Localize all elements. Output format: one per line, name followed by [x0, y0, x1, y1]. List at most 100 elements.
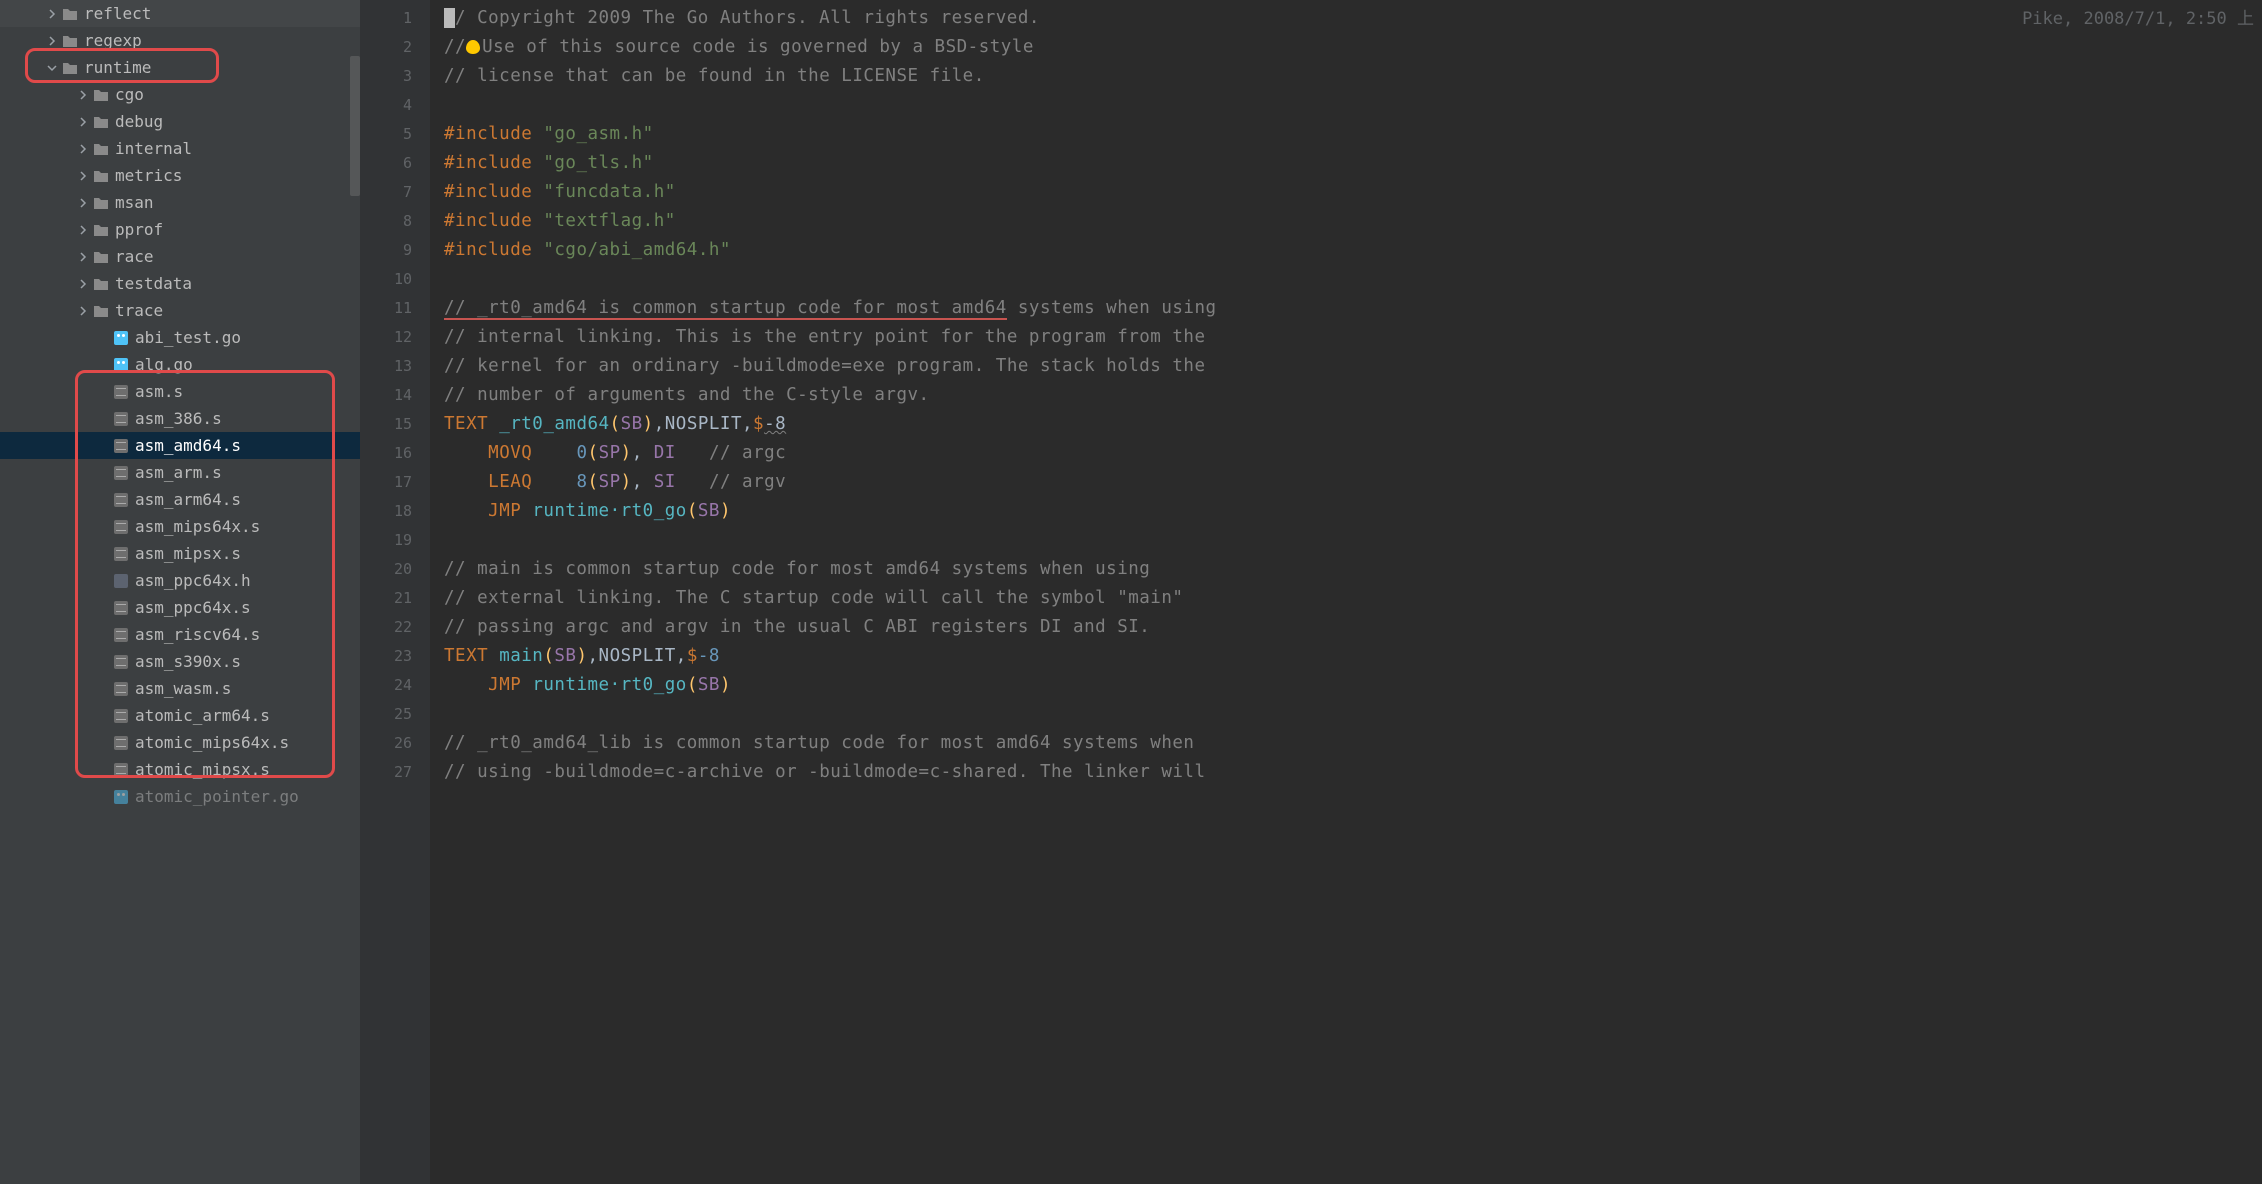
- code-line[interactable]: #include "cgo/abi_amd64.h": [444, 236, 2262, 265]
- tree-item-debug[interactable]: debug: [0, 108, 360, 135]
- chevron-right-icon[interactable]: [75, 198, 91, 208]
- code-line[interactable]: JMP runtime·rt0_go(SB): [444, 671, 2262, 700]
- chevron-right-icon[interactable]: [75, 144, 91, 154]
- tree-item-regexp[interactable]: regexp: [0, 27, 360, 54]
- line-number[interactable]: 26: [360, 729, 430, 758]
- tree-item-asm-amd64-s[interactable]: asm_amd64.s: [0, 432, 360, 459]
- line-number[interactable]: 15: [360, 410, 430, 439]
- code-line[interactable]: [444, 265, 2262, 294]
- tree-item-asm-s[interactable]: asm.s: [0, 378, 360, 405]
- tree-item-asm-mipsx-s[interactable]: asm_mipsx.s: [0, 540, 360, 567]
- tree-item-asm-mips64x-s[interactable]: asm_mips64x.s: [0, 513, 360, 540]
- chevron-right-icon[interactable]: [75, 117, 91, 127]
- code-line[interactable]: // using -buildmode=c-archive or -buildm…: [444, 758, 2262, 787]
- line-number[interactable]: 1: [360, 4, 430, 33]
- line-number[interactable]: 4: [360, 91, 430, 120]
- tree-item-trace[interactable]: trace: [0, 297, 360, 324]
- line-number[interactable]: 20: [360, 555, 430, 584]
- tree-item-alg-go[interactable]: alg.go: [0, 351, 360, 378]
- tree-item-testdata[interactable]: testdata: [0, 270, 360, 297]
- line-number[interactable]: 22: [360, 613, 430, 642]
- line-number[interactable]: 25: [360, 700, 430, 729]
- code-line[interactable]: MOVQ 0(SP), DI // argc: [444, 439, 2262, 468]
- chevron-right-icon[interactable]: [75, 279, 91, 289]
- line-number[interactable]: 7: [360, 178, 430, 207]
- code-line[interactable]: TEXT main(SB),NOSPLIT,$-8: [444, 642, 2262, 671]
- line-number[interactable]: 24: [360, 671, 430, 700]
- chevron-right-icon[interactable]: [75, 252, 91, 262]
- code-line[interactable]: // main is common startup code for most …: [444, 555, 2262, 584]
- tree-item-asm-ppc64x-s[interactable]: asm_ppc64x.s: [0, 594, 360, 621]
- code-line[interactable]: TEXT _rt0_amd64(SB),NOSPLIT,$-8: [444, 410, 2262, 439]
- file-tree-sidebar[interactable]: reflectregexpruntimecgodebuginternalmetr…: [0, 0, 360, 1184]
- code-line[interactable]: // external linking. The C startup code …: [444, 584, 2262, 613]
- line-number[interactable]: 11: [360, 294, 430, 323]
- tree-item-cgo[interactable]: cgo: [0, 81, 360, 108]
- code-line[interactable]: JMP runtime·rt0_go(SB): [444, 497, 2262, 526]
- line-number[interactable]: 5: [360, 120, 430, 149]
- line-number[interactable]: 16: [360, 439, 430, 468]
- code-line[interactable]: #include "go_tls.h": [444, 149, 2262, 178]
- tree-item-asm-ppc64x-h[interactable]: asm_ppc64x.h: [0, 567, 360, 594]
- chevron-right-icon[interactable]: [75, 225, 91, 235]
- chevron-right-icon[interactable]: [44, 9, 60, 19]
- chevron-down-icon[interactable]: [44, 63, 60, 73]
- tree-item-atomic-mips64x-s[interactable]: atomic_mips64x.s: [0, 729, 360, 756]
- code-line[interactable]: // _rt0_amd64_lib is common startup code…: [444, 729, 2262, 758]
- line-number[interactable]: 13: [360, 352, 430, 381]
- code-line[interactable]: LEAQ 8(SP), SI // argv: [444, 468, 2262, 497]
- tree-item-asm-386-s[interactable]: asm_386.s: [0, 405, 360, 432]
- tree-item-atomic-pointer-go[interactable]: atomic_pointer.go: [0, 783, 360, 810]
- chevron-right-icon[interactable]: [44, 36, 60, 46]
- code-line[interactable]: [444, 526, 2262, 555]
- tree-item-runtime[interactable]: runtime: [0, 54, 360, 81]
- code-line[interactable]: / Copyright 2009 The Go Authors. All rig…: [444, 4, 2262, 33]
- chevron-right-icon[interactable]: [75, 171, 91, 181]
- tree-item-asm-riscv64-s[interactable]: asm_riscv64.s: [0, 621, 360, 648]
- code-line[interactable]: #include "go_asm.h": [444, 120, 2262, 149]
- line-number[interactable]: 6: [360, 149, 430, 178]
- tree-item-atomic-mipsx-s[interactable]: atomic_mipsx.s: [0, 756, 360, 783]
- code-line[interactable]: // license that can be found in the LICE…: [444, 62, 2262, 91]
- code-line[interactable]: // internal linking. This is the entry p…: [444, 323, 2262, 352]
- line-number[interactable]: 17: [360, 468, 430, 497]
- line-number[interactable]: 21: [360, 584, 430, 613]
- tree-item-asm-arm-s[interactable]: asm_arm.s: [0, 459, 360, 486]
- line-number[interactable]: 9: [360, 236, 430, 265]
- code-line[interactable]: [444, 91, 2262, 120]
- line-number[interactable]: 2: [360, 33, 430, 62]
- code-line[interactable]: #include "textflag.h": [444, 207, 2262, 236]
- code-line[interactable]: [444, 700, 2262, 729]
- code-line[interactable]: // kernel for an ordinary -buildmode=exe…: [444, 352, 2262, 381]
- code-line[interactable]: // _rt0_amd64 is common startup code for…: [444, 294, 2262, 323]
- line-number[interactable]: 27: [360, 758, 430, 787]
- code-line[interactable]: //Use of this source code is governed by…: [444, 33, 2262, 62]
- code-line[interactable]: #include "funcdata.h": [444, 178, 2262, 207]
- intention-bulb-icon[interactable]: [466, 40, 480, 54]
- tree-item-pprof[interactable]: pprof: [0, 216, 360, 243]
- tree-item-asm-arm64-s[interactable]: asm_arm64.s: [0, 486, 360, 513]
- tree-item-reflect[interactable]: reflect: [0, 0, 360, 27]
- line-number[interactable]: 3: [360, 62, 430, 91]
- line-number[interactable]: 19: [360, 526, 430, 555]
- chevron-right-icon[interactable]: [75, 90, 91, 100]
- tree-item-metrics[interactable]: metrics: [0, 162, 360, 189]
- tree-item-asm-s390x-s[interactable]: asm_s390x.s: [0, 648, 360, 675]
- line-number[interactable]: 8: [360, 207, 430, 236]
- code-line[interactable]: // number of arguments and the C-style a…: [444, 381, 2262, 410]
- line-number[interactable]: 14: [360, 381, 430, 410]
- line-number[interactable]: 10: [360, 265, 430, 294]
- tree-item-asm-wasm-s[interactable]: asm_wasm.s: [0, 675, 360, 702]
- sidebar-scrollbar[interactable]: [350, 56, 360, 196]
- tree-item-internal[interactable]: internal: [0, 135, 360, 162]
- code-line[interactable]: // passing argc and argv in the usual C …: [444, 613, 2262, 642]
- tree-item-race[interactable]: race: [0, 243, 360, 270]
- line-number[interactable]: 12: [360, 323, 430, 352]
- code-editor[interactable]: Pike, 2008/7/1, 2:50 上 / Copyright 2009 …: [430, 0, 2262, 1184]
- line-number[interactable]: 18: [360, 497, 430, 526]
- tree-item-abi-test-go[interactable]: abi_test.go: [0, 324, 360, 351]
- chevron-right-icon[interactable]: [75, 306, 91, 316]
- line-number[interactable]: 23: [360, 642, 430, 671]
- tree-item-atomic-arm64-s[interactable]: atomic_arm64.s: [0, 702, 360, 729]
- tree-item-msan[interactable]: msan: [0, 189, 360, 216]
